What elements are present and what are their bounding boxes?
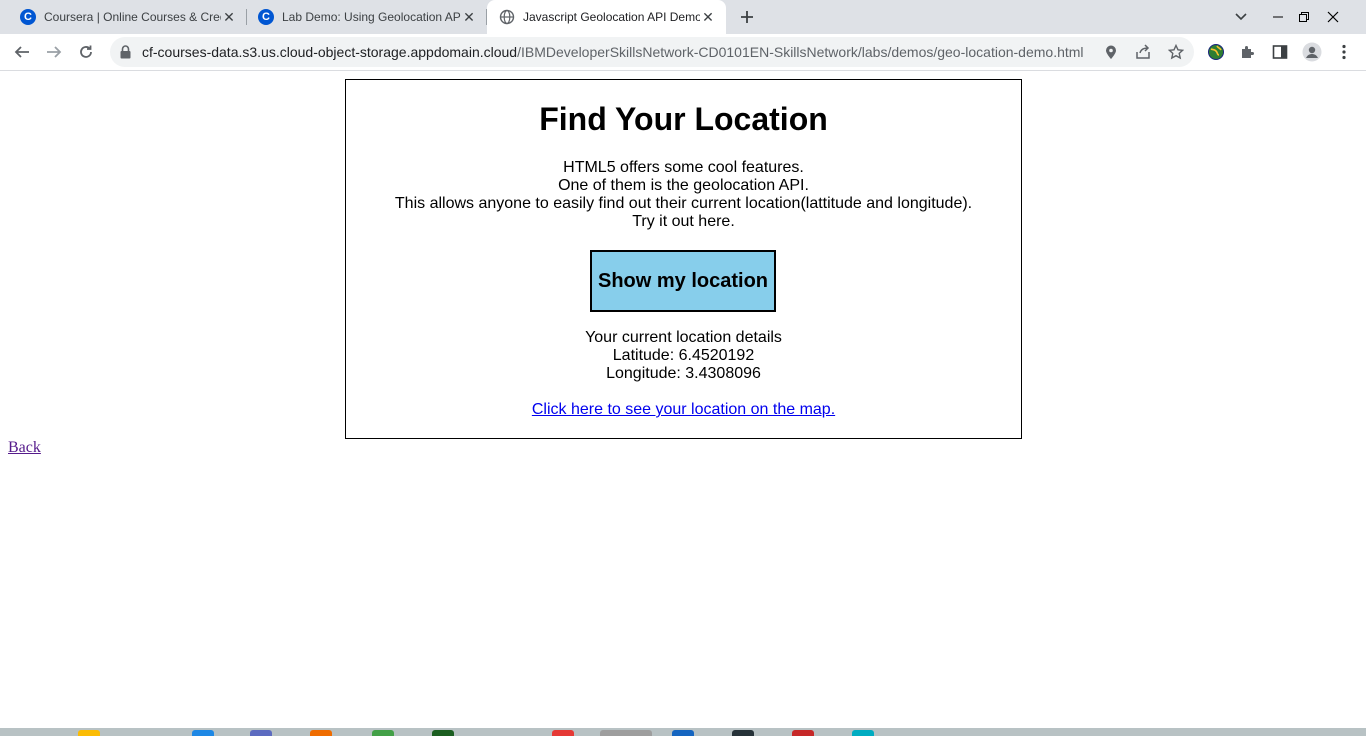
minimize-icon — [1273, 16, 1283, 18]
taskbar-app-icon[interactable] — [852, 730, 874, 736]
taskbar-app-icon[interactable] — [792, 730, 814, 736]
latitude-value: Latitude: 6.4520192 — [612, 347, 755, 364]
page-title: Find Your Location — [539, 101, 828, 137]
avatar-icon — [1302, 42, 1322, 62]
taskbar-app-icon[interactable] — [432, 730, 454, 736]
location-details: Your current location details Latitude: … — [346, 329, 1021, 383]
arrow-right-icon — [47, 46, 62, 58]
location-pin-icon[interactable] — [1105, 45, 1117, 60]
menu-button[interactable] — [1332, 40, 1356, 64]
intro-line: Try it out here. — [632, 213, 735, 230]
url-text: cf-courses-data.s3.us.cloud-object-stora… — [142, 37, 1084, 67]
extension-globe-icon — [1208, 44, 1224, 60]
close-icon[interactable]: ✕ — [221, 9, 237, 25]
taskbar-app-icon[interactable] — [552, 730, 574, 736]
side-panel-button[interactable] — [1268, 40, 1292, 64]
map-link[interactable]: Click here to see your location on the m… — [532, 401, 835, 418]
reload-icon — [80, 45, 92, 58]
intro-text: HTML5 offers some cool features. One of … — [346, 159, 1021, 231]
tab-title: Lab Demo: Using Geolocation API — [282, 10, 461, 24]
kebab-menu-icon — [1342, 44, 1346, 60]
details-title: Your current location details — [585, 329, 782, 346]
forward-button[interactable] — [42, 40, 66, 64]
chevron-down-icon — [1235, 13, 1247, 21]
tab-title: Javascript Geolocation API Demo — [523, 10, 700, 24]
new-tab-button[interactable] — [737, 7, 757, 27]
url-path: /IBMDeveloperSkillsNetwork-CD0101EN-Skil… — [517, 44, 1084, 60]
lock-icon — [120, 45, 131, 59]
taskbar-app-icon[interactable] — [672, 730, 694, 736]
globe-icon — [499, 9, 515, 25]
tab-coursera[interactable]: C Coursera | Online Courses & Credential… — [0, 0, 247, 34]
taskbar-app-icon[interactable] — [250, 730, 272, 736]
minimize-button[interactable] — [1266, 0, 1290, 34]
taskbar-app-icon[interactable] — [310, 730, 332, 736]
tab-search-button[interactable] — [1230, 0, 1252, 34]
tab-strip: C Coursera | Online Courses & Credential… — [0, 0, 1366, 34]
address-bar[interactable]: cf-courses-data.s3.us.cloud-object-stora… — [110, 37, 1194, 67]
taskbar-app-icon[interactable] — [372, 730, 394, 736]
coursera-icon: C — [258, 9, 274, 25]
browser-toolbar: cf-courses-data.s3.us.cloud-object-stora… — [0, 34, 1366, 71]
back-link[interactable]: Back — [8, 439, 41, 457]
star-icon[interactable] — [1168, 44, 1184, 60]
taskbar-app-icon-active[interactable] — [600, 730, 652, 736]
location-card: Find Your Location HTML5 offers some coo… — [345, 79, 1022, 439]
taskbar-app-icon[interactable] — [732, 730, 754, 736]
close-icon[interactable]: ✕ — [461, 9, 477, 25]
coursera-icon: C — [20, 9, 36, 25]
taskbar-app-icon[interactable] — [78, 730, 100, 736]
close-icon[interactable]: ✕ — [700, 9, 716, 25]
intro-line: One of them is the geolocation API. — [558, 177, 809, 194]
intro-line: This allows anyone to easily find out th… — [394, 195, 973, 212]
share-icon[interactable] — [1135, 44, 1151, 60]
reload-button[interactable] — [74, 40, 98, 64]
close-window-button[interactable] — [1318, 0, 1348, 34]
arrow-left-icon — [14, 46, 29, 58]
taskbar — [0, 728, 1366, 736]
extensions-button[interactable] — [1236, 40, 1260, 64]
tab-title: Coursera | Online Courses & Credentials — [44, 10, 221, 24]
puzzle-icon — [1242, 46, 1254, 58]
back-button[interactable] — [10, 40, 34, 64]
longitude-value: Longitude: 3.4308096 — [606, 365, 761, 382]
tab-geolocation-demo[interactable]: Javascript Geolocation API Demo ✕ — [487, 0, 726, 34]
plus-icon — [741, 11, 753, 23]
taskbar-app-icon[interactable] — [192, 730, 214, 736]
restore-button[interactable] — [1292, 0, 1316, 34]
profile-button[interactable] — [1300, 40, 1324, 64]
close-icon — [1327, 11, 1339, 23]
side-panel-icon — [1272, 45, 1288, 59]
extension-globe-button[interactable] — [1204, 40, 1228, 64]
show-location-button[interactable]: Show my location — [590, 250, 776, 312]
tab-lab-demo[interactable]: C Lab Demo: Using Geolocation API ✕ — [247, 0, 487, 34]
restore-icon — [1299, 12, 1309, 22]
url-host: cf-courses-data.s3.us.cloud-object-stora… — [142, 44, 518, 60]
intro-line: HTML5 offers some cool features. — [563, 159, 804, 176]
map-link-container: Click here to see your location on the m… — [346, 401, 1021, 419]
